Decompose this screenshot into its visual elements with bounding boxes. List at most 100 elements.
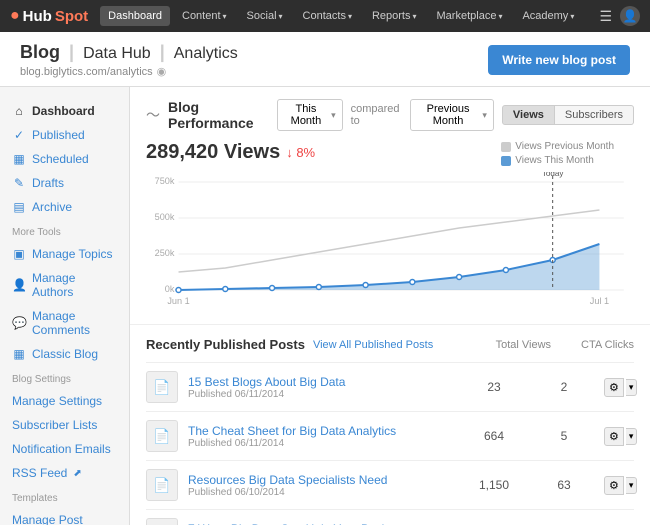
sidebar-item-classic-blog[interactable]: ▦ Classic Blog (0, 342, 129, 366)
prev-month-dropdown[interactable]: Previous Month ▾ (410, 99, 494, 131)
post-thumbnail-2: 📄 (146, 469, 178, 501)
post-clicks-0: 2 (534, 380, 594, 394)
blog-settings-title: Blog Settings (0, 366, 129, 389)
external-link-icon: ◉ (157, 65, 167, 78)
document-icon-1: 📄 (153, 428, 170, 445)
prev-month-arrow: ▾ (482, 110, 487, 121)
post-info-2: Resources Big Data Specialists Need Publ… (188, 473, 454, 498)
post-gear-0[interactable]: ⚙ (604, 378, 624, 397)
post-dropdown-1[interactable]: ▾ (626, 428, 638, 445)
content-area: ⌂ Dashboard ✓ Published ▦ Scheduled ✎ Dr… (0, 87, 650, 525)
main-panel: 〜 Blog Performance This Month ▾ compared… (130, 87, 650, 525)
legend-this-month: Views This Month (501, 155, 614, 166)
menu-icon[interactable]: ☰ (599, 8, 612, 25)
nav-contacts-arrow: ▾ (348, 12, 352, 21)
post-views-0: 23 (464, 380, 524, 394)
nav-reports[interactable]: Reports ▾ (364, 6, 425, 26)
comments-icon: 💬 (12, 316, 26, 330)
post-dropdown-0[interactable]: ▾ (626, 379, 638, 396)
post-clicks-2: 63 (534, 478, 594, 492)
hubspot-logo: ● HubSpot (10, 7, 88, 25)
post-date-1: Published 06/11/2014 (188, 438, 454, 449)
sidebar-item-rss-feed[interactable]: RSS Feed ⬈ (0, 461, 129, 485)
sidebar-item-drafts[interactable]: ✎ Drafts (0, 171, 129, 195)
home-icon: ⌂ (12, 104, 26, 118)
nav-reports-arrow: ▾ (413, 12, 417, 21)
post-info-3: 7 Ways Big Data Can Help Your Business P… (188, 522, 454, 525)
header-left: Blog | Data Hub | Analytics blog.biglyti… (20, 42, 238, 78)
svg-text:Jul 1: Jul 1 (590, 296, 609, 306)
post-date-0: Published 06/11/2014 (188, 389, 454, 400)
top-navigation: ● HubSpot Dashboard Content ▾ Social ▾ C… (0, 0, 650, 32)
sidebar-item-manage-authors[interactable]: 👤 Manage Authors (0, 266, 129, 304)
breadcrumb: blog.biglytics.com/analytics ◉ (20, 65, 238, 78)
nav-social[interactable]: Social ▾ (239, 6, 291, 26)
post-actions-0: ⚙ ▾ (604, 378, 634, 397)
post-title-3[interactable]: 7 Ways Big Data Can Help Your Business (188, 522, 454, 525)
svg-text:Today: Today (542, 172, 564, 178)
svg-text:Jun 1: Jun 1 (167, 296, 189, 306)
chart-title: Blog Performance (168, 99, 269, 131)
subscribers-tab[interactable]: Subscribers (555, 105, 634, 125)
posts-header: Recently Published Posts View All Publis… (146, 337, 634, 352)
legend-prev-month: Views Previous Month (501, 141, 614, 152)
this-month-dropdown[interactable]: This Month ▾ (277, 99, 343, 131)
post-title-1[interactable]: The Cheat Sheet for Big Data Analytics (188, 424, 454, 438)
post-row: 📄 Resources Big Data Specialists Need Pu… (146, 460, 634, 509)
views-tab[interactable]: Views (502, 105, 555, 125)
document-icon-0: 📄 (153, 379, 170, 396)
post-gear-1[interactable]: ⚙ (604, 427, 624, 446)
nav-contacts[interactable]: Contacts ▾ (295, 6, 360, 26)
nav-marketplace[interactable]: Marketplace ▾ (429, 6, 511, 26)
chart-performance-icon: 〜 (146, 105, 160, 125)
post-row: 📄 15 Best Blogs About Big Data Published… (146, 362, 634, 411)
nav-content[interactable]: Content ▾ (174, 6, 235, 26)
post-gear-2[interactable]: ⚙ (604, 476, 624, 495)
sidebar-item-manage-comments[interactable]: 💬 Manage Comments (0, 304, 129, 342)
topics-icon: ▣ (12, 247, 26, 261)
user-icon[interactable]: 👤 (620, 6, 640, 26)
nav-dashboard[interactable]: Dashboard (100, 6, 170, 26)
recently-published-title: Recently Published Posts (146, 337, 305, 352)
more-tools-title: More Tools (0, 219, 129, 242)
sidebar-item-manage-topics[interactable]: ▣ Manage Topics (0, 242, 129, 266)
svg-text:500k: 500k (155, 212, 175, 222)
sidebar-item-manage-post-template[interactable]: Manage Post Template (0, 508, 129, 525)
posts-section: Recently Published Posts View All Publis… (130, 325, 650, 525)
nav-social-arrow: ▾ (279, 12, 283, 21)
scheduled-icon: ▦ (12, 152, 26, 166)
legend-prev-dot (501, 142, 511, 152)
drafts-icon: ✎ (12, 176, 26, 190)
sidebar-item-published[interactable]: ✓ Published (0, 123, 129, 147)
sidebar-item-dashboard[interactable]: ⌂ Dashboard (0, 99, 129, 123)
post-title-2[interactable]: Resources Big Data Specialists Need (188, 473, 454, 487)
write-new-post-button[interactable]: Write new blog post (488, 45, 630, 75)
post-info-1: The Cheat Sheet for Big Data Analytics P… (188, 424, 454, 449)
svg-text:250k: 250k (155, 248, 175, 258)
chart-stat-value: 289,420 Views (146, 141, 280, 164)
compared-to-label: compared to (351, 103, 402, 127)
sidebar-item-notification-emails[interactable]: Notification Emails (0, 437, 129, 461)
post-actions-2: ⚙ ▾ (604, 476, 634, 495)
published-icon: ✓ (12, 128, 26, 142)
sidebar-item-archive[interactable]: ▤ Archive (0, 195, 129, 219)
nav-academy-arrow: ▾ (570, 12, 574, 21)
view-all-posts-link[interactable]: View All Published Posts (313, 339, 433, 351)
classic-blog-icon: ▦ (12, 347, 26, 361)
page-title: Blog | Data Hub | Analytics (20, 42, 238, 63)
post-row: 📄 7 Ways Big Data Can Help Your Business… (146, 509, 634, 525)
chart-container: 750k 500k 250k 0k (146, 172, 634, 312)
templates-title: Templates (0, 485, 129, 508)
sidebar-item-subscriber-lists[interactable]: Subscriber Lists (0, 413, 129, 437)
page-wrapper: Blog | Data Hub | Analytics blog.biglyti… (0, 32, 650, 525)
chart-section: 〜 Blog Performance This Month ▾ compared… (130, 87, 650, 325)
nav-academy[interactable]: Academy ▾ (514, 6, 582, 26)
post-dropdown-2[interactable]: ▾ (626, 477, 638, 494)
sidebar-item-manage-settings[interactable]: Manage Settings (0, 389, 129, 413)
post-views-1: 664 (464, 429, 524, 443)
sidebar-item-scheduled[interactable]: ▦ Scheduled (0, 147, 129, 171)
nav-right-icons: ☰ 👤 (599, 6, 640, 26)
post-title-0[interactable]: 15 Best Blogs About Big Data (188, 375, 454, 389)
post-thumbnail-1: 📄 (146, 420, 178, 452)
sidebar: ⌂ Dashboard ✓ Published ▦ Scheduled ✎ Dr… (0, 87, 130, 525)
